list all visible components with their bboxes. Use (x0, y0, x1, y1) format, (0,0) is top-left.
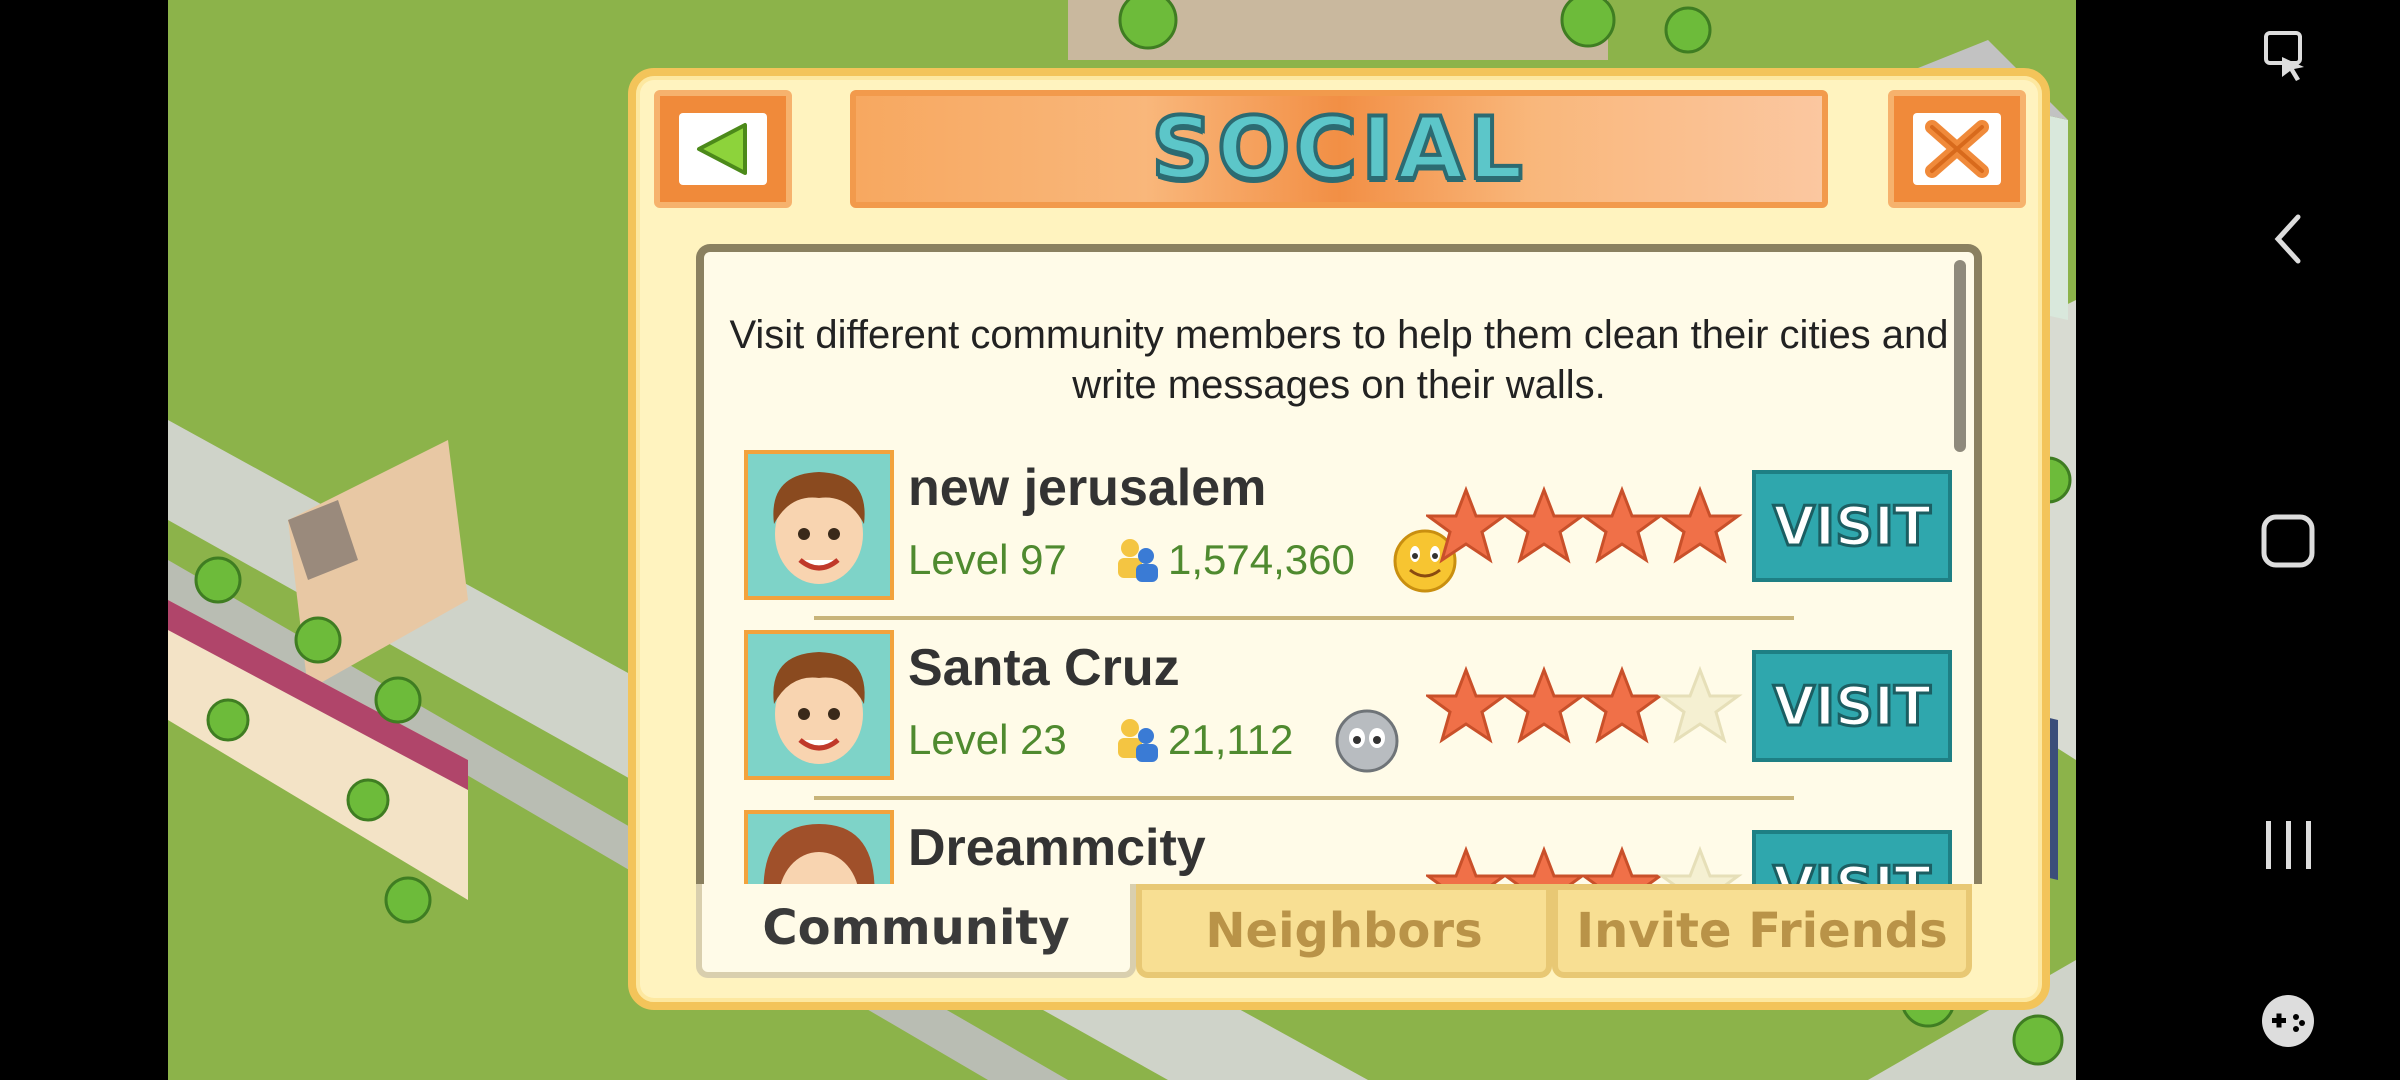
visit-label: VISIT (1772, 853, 1933, 884)
player-level: Level 23 (908, 716, 1067, 763)
boy-avatar-icon (748, 454, 890, 596)
close-button[interactable] (1888, 90, 2026, 208)
population-icon (1118, 719, 1158, 762)
tab-neighbors[interactable]: Neighbors (1136, 884, 1552, 978)
back-button[interactable] (654, 90, 792, 208)
avatar (744, 450, 894, 600)
avatar (744, 630, 894, 780)
game-viewport[interactable]: SOCIAL Visit different community members… (168, 0, 2076, 1080)
player-name: Dreammcity (908, 819, 1206, 877)
screenshot-button[interactable] (2176, 10, 2400, 100)
list-item: new jerusalem Level 97 1,574,360 VISIT (744, 450, 1964, 606)
tab-label: Neighbors (1205, 903, 1483, 959)
nav-recents-button[interactable] (2176, 800, 2400, 890)
tab-label: Community (762, 900, 1070, 956)
tab-community[interactable]: Community (696, 884, 1136, 978)
description-text: Visit different community members to hel… (729, 313, 1949, 407)
player-population: 21,112 (1168, 716, 1294, 763)
boy-avatar-icon (748, 634, 890, 776)
nav-back-button[interactable] (2176, 194, 2400, 284)
tab-invite-friends[interactable]: Invite Friends (1552, 884, 1972, 978)
nav-home-button[interactable] (2176, 496, 2400, 586)
member-list[interactable]: Visit different community members to hel… (696, 244, 1982, 884)
scrollbar[interactable] (1954, 260, 1966, 452)
player-name: new jerusalem (908, 459, 1267, 517)
worried-face-icon (1335, 709, 1399, 773)
system-nav-bar (2176, 0, 2400, 1080)
tab-label: Invite Friends (1576, 903, 1948, 959)
player-population: 1,574,360 (1168, 536, 1355, 583)
close-icon (1925, 120, 1989, 178)
star-rating (1426, 486, 1743, 564)
player-name: Santa Cruz (908, 639, 1180, 697)
row-divider (814, 616, 1794, 620)
visit-label: VISIT (1772, 493, 1933, 559)
back-arrow-icon (697, 123, 747, 175)
avatar (744, 810, 894, 884)
visit-label: VISIT (1772, 673, 1933, 739)
girl-avatar-icon (748, 814, 890, 884)
population-icon (1118, 539, 1158, 582)
page-title: SOCIAL (1149, 97, 1527, 201)
recents-icon (2266, 821, 2311, 869)
visit-button[interactable]: VISIT (1752, 470, 1952, 582)
game-tools-button[interactable] (2176, 976, 2400, 1066)
list-item: Santa Cruz Level 23 21,112 VISIT (744, 630, 1964, 786)
visit-button[interactable]: VISIT (1752, 650, 1952, 762)
visit-button[interactable]: VISIT (1752, 830, 1952, 884)
list-item: Dreammcity VISIT (744, 810, 1964, 884)
tab-bar: Community Neighbors Invite Friends (696, 884, 1982, 980)
home-icon (2261, 514, 2315, 568)
star-rating (1426, 666, 1743, 744)
star-rating (1426, 846, 1743, 884)
game-tools-icon (2262, 995, 2314, 1047)
row-divider (814, 796, 1794, 800)
back-icon (2274, 214, 2301, 264)
player-level: Level 97 (908, 536, 1067, 583)
screenshot-icon (2264, 31, 2304, 81)
title-bar: SOCIAL (850, 90, 1828, 208)
